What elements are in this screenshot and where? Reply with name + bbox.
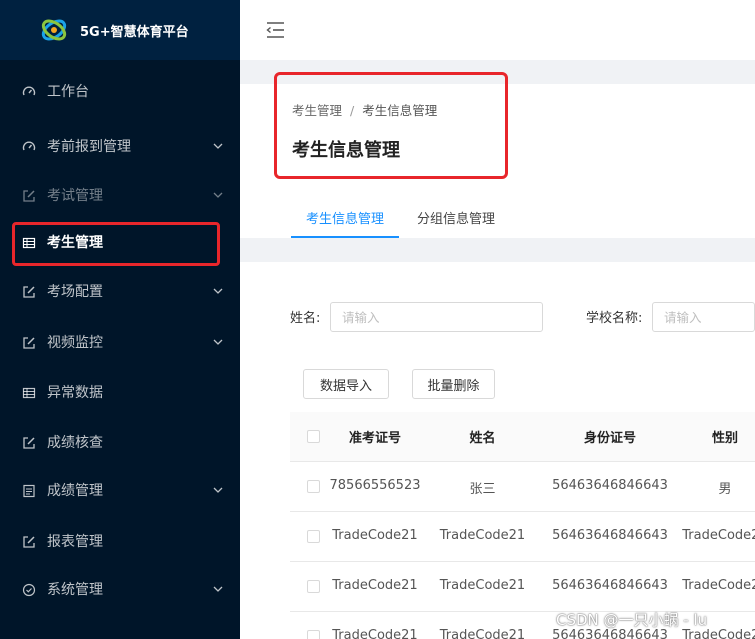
sidebar-item-abnormal-data[interactable]: 异常数据 — [0, 373, 240, 413]
profile-icon — [23, 484, 35, 498]
sidebar-item-label: 视频监控 — [47, 335, 103, 351]
gender-cell: TradeCode21 — [682, 528, 755, 543]
sidebar-item-exam-management[interactable]: 考试管理 — [0, 176, 240, 216]
edit-icon — [23, 190, 35, 202]
chevron-down-icon — [213, 339, 223, 345]
logo-icon — [41, 19, 67, 41]
sidebar: 5G+智慧体育平台 工作台 考前报到管理 考试管理 考生管理 考场配置 视频监控… — [0, 0, 240, 639]
logo-bar[interactable]: 5G+智慧体育平台 — [0, 0, 240, 60]
watermark: CSDN @一只小蜗 - lu — [556, 611, 708, 629]
dashboard-icon — [22, 86, 36, 96]
sidebar-item-label: 成绩核查 — [47, 435, 103, 451]
exam-number-cell: TradeCode21 — [332, 528, 418, 543]
id-card-cell: 56463646846643 — [552, 578, 668, 593]
name-cell: TradeCode21 — [439, 528, 526, 543]
table-row[interactable]: 78566556523 张三 56463646846643 男 — [290, 462, 755, 512]
table-row[interactable]: TradeCode21 TradeCode21 56463646846643 T… — [290, 512, 755, 562]
column-header[interactable]: 性别 — [680, 427, 755, 446]
sidebar-item-report-management[interactable]: 报表管理 — [0, 522, 240, 562]
active-tab-indicator — [291, 236, 399, 238]
chevron-down-icon — [213, 586, 223, 592]
sidebar-item-exam-room-config[interactable]: 考场配置 — [0, 272, 240, 312]
exam-number-cell: TradeCode21 — [332, 578, 418, 593]
check-circle-icon — [22, 583, 36, 597]
sidebar-item-label: 系统管理 — [47, 582, 103, 598]
name-cell: 张三 — [469, 482, 496, 497]
batch-delete-button[interactable]: 批量删除 — [412, 369, 495, 399]
chevron-down-icon — [213, 192, 223, 198]
school-filter-label: 学校名称: — [586, 311, 643, 326]
edit-icon — [23, 536, 35, 548]
edit-icon — [23, 286, 35, 298]
table-row[interactable]: TradeCode21 TradeCode21 56463646846643 T… — [290, 562, 755, 612]
edit-icon — [23, 437, 35, 449]
dashboard-icon — [22, 141, 36, 151]
chevron-down-icon — [213, 487, 223, 493]
tab-examinee-info[interactable]: 考生信息管理 — [306, 208, 384, 227]
id-card-cell: 56463646846643 — [552, 528, 668, 543]
column-header[interactable]: 姓名 — [435, 427, 530, 446]
exam-number-cell: 78566556523 — [329, 478, 421, 493]
sidebar-item-label: 考场配置 — [47, 284, 103, 300]
highlight-box-sidebar — [12, 222, 220, 266]
sidebar-item-label: 异常数据 — [47, 385, 103, 401]
sidebar-item-label: 考前报到管理 — [47, 139, 131, 155]
exam-number-cell: TradeCode21 — [332, 628, 418, 639]
sidebar-item-label: 成绩管理 — [47, 483, 103, 499]
column-header[interactable]: 准考证号 — [315, 427, 435, 446]
sidebar-item-label: 考试管理 — [47, 188, 103, 204]
table-icon — [22, 387, 36, 399]
chevron-down-icon — [213, 288, 223, 294]
tab-group-info[interactable]: 分组信息管理 — [417, 208, 495, 227]
name-input[interactable] — [330, 302, 543, 332]
id-card-cell: 56463646846643 — [552, 478, 668, 493]
sidebar-item-video-monitoring[interactable]: 视频监控 — [0, 323, 240, 363]
top-header — [240, 0, 755, 60]
name-filter-label: 姓名: — [290, 311, 321, 326]
table-header: 准考证号 姓名 身份证号 性别 — [290, 412, 755, 462]
column-header[interactable]: 身份证号 — [540, 427, 680, 446]
gender-cell: TradeCode21 — [682, 578, 755, 593]
app-title: 5G+智慧体育平台 — [80, 24, 189, 40]
sidebar-item-system-management[interactable]: 系统管理 — [0, 570, 240, 610]
import-data-button[interactable]: 数据导入 — [303, 369, 389, 399]
sidebar-item-workbench[interactable]: 工作台 — [0, 72, 240, 112]
name-cell: TradeCode21 — [439, 628, 526, 639]
main-content: 姓名: 学校名称: 数据导入 批量删除 准考证号 姓名 身份证号 性别 7856… — [240, 262, 755, 639]
school-input[interactable] — [652, 302, 755, 332]
edit-icon — [23, 337, 35, 349]
sidebar-item-score-verification[interactable]: 成绩核查 — [0, 423, 240, 463]
menu-fold-icon[interactable] — [265, 21, 285, 39]
gender-cell: 男 — [718, 482, 732, 497]
sidebar-item-label: 报表管理 — [47, 534, 103, 550]
sidebar-item-score-management[interactable]: 成绩管理 — [0, 471, 240, 511]
sidebar-item-label: 工作台 — [47, 84, 89, 100]
name-cell: TradeCode21 — [439, 578, 526, 593]
chevron-down-icon — [213, 143, 223, 149]
highlight-box-header — [274, 72, 508, 179]
sidebar-item-pre-exam-checkin[interactable]: 考前报到管理 — [0, 127, 240, 167]
